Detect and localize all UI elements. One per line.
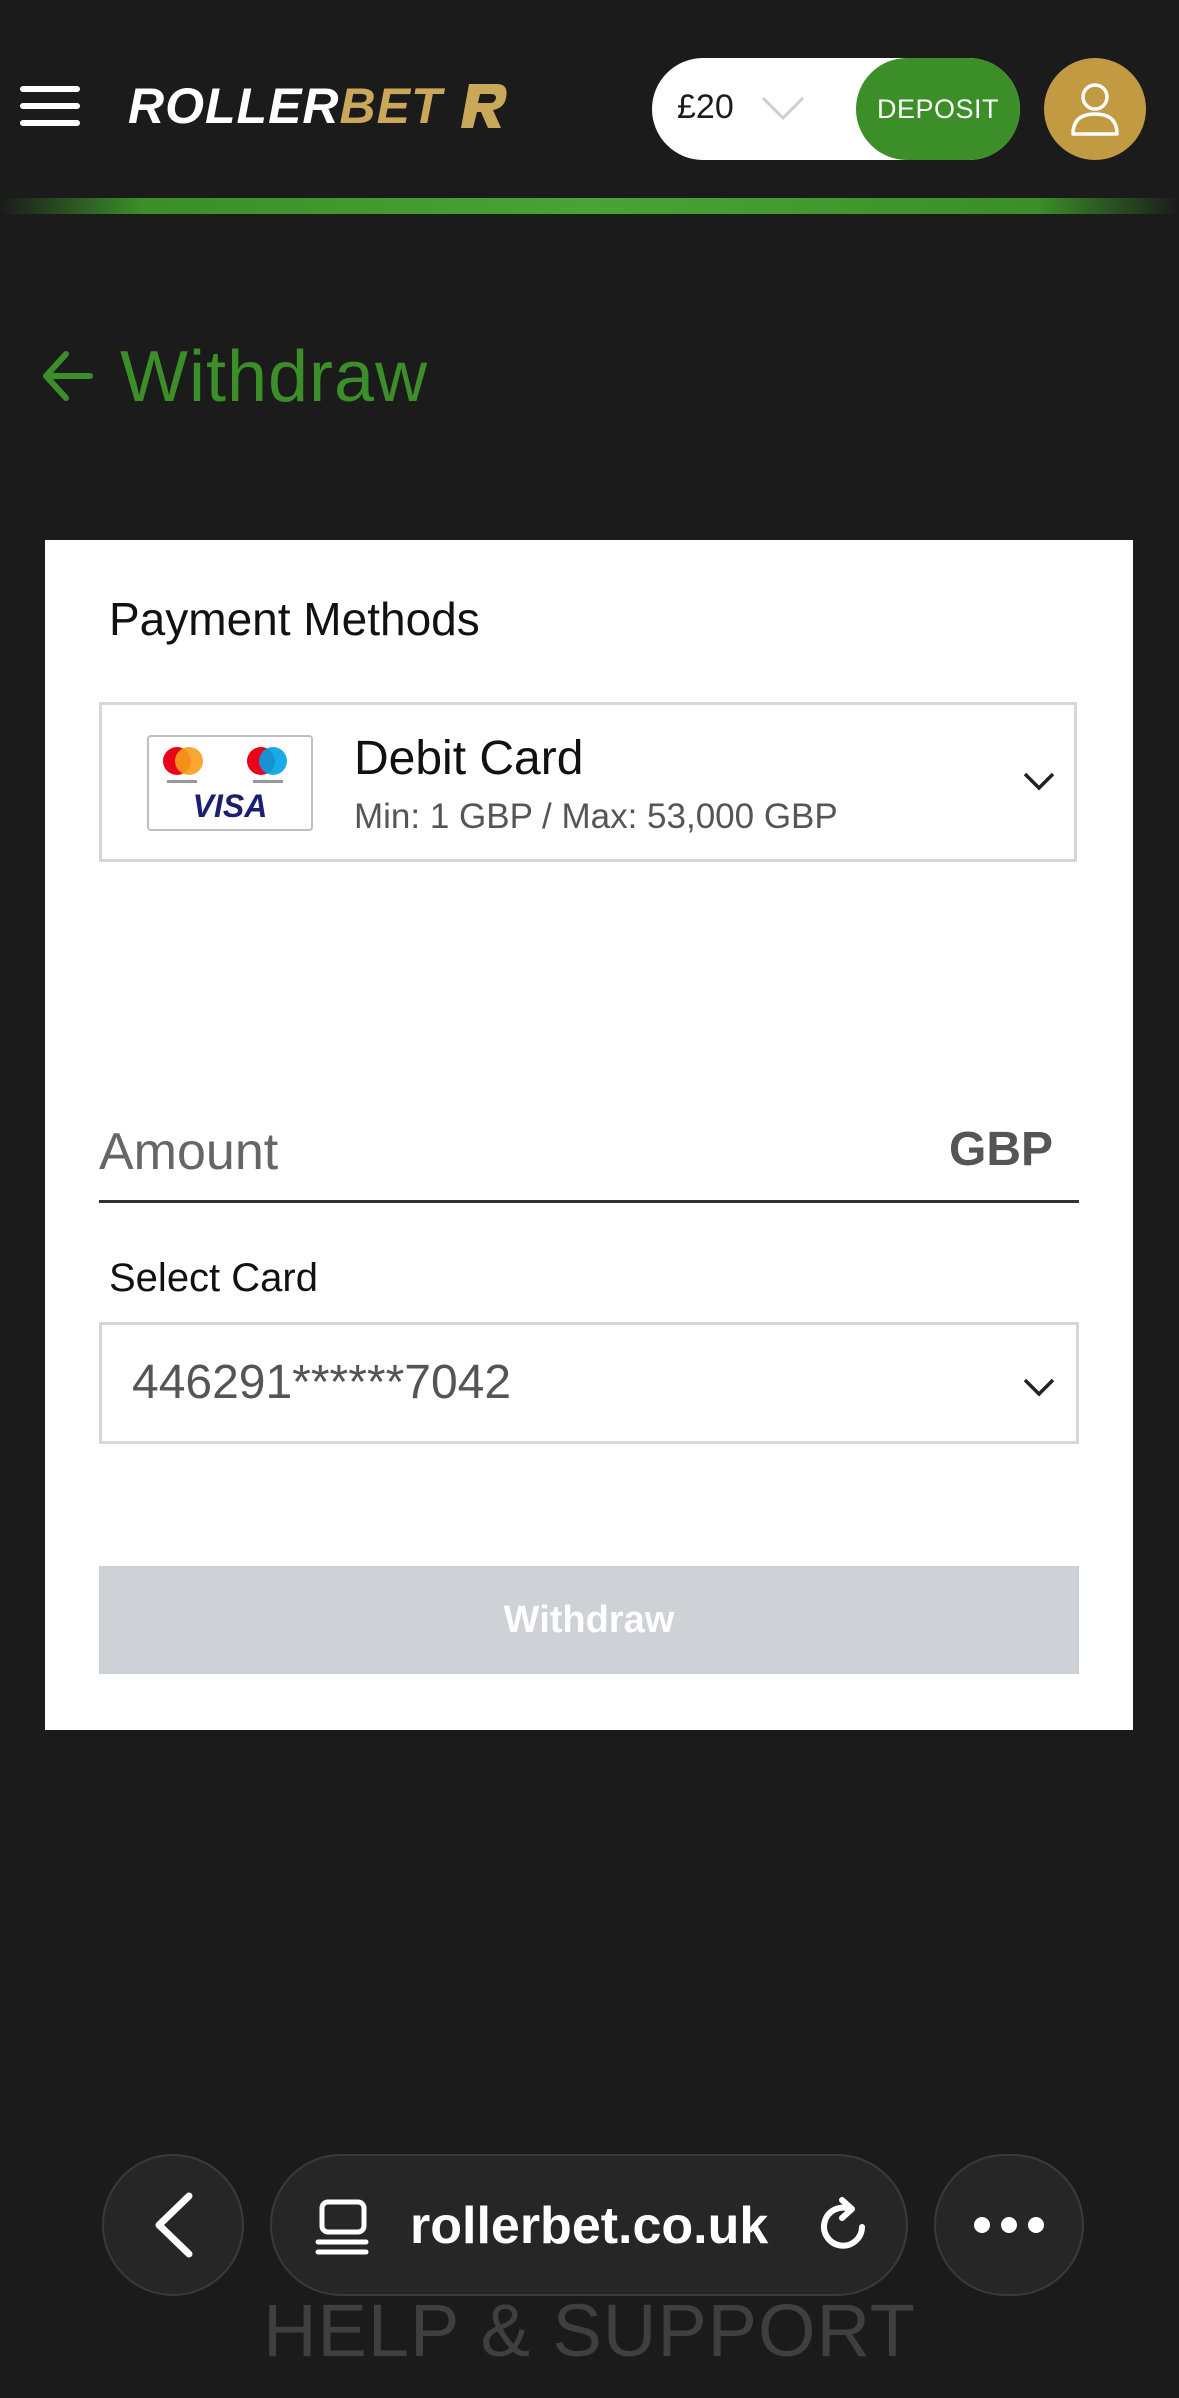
amount-currency: GBP <box>948 1123 1053 1176</box>
select-card-label: Select Card <box>109 1256 318 1300</box>
menu-icon[interactable] <box>20 86 80 126</box>
tab-icon <box>315 2199 369 2255</box>
payment-methods-label: Payment Methods <box>109 593 480 645</box>
page-title: Withdraw <box>120 337 429 417</box>
help-support-link[interactable]: HELP & SUPPORT <box>0 2288 1179 2373</box>
deposit-button[interactable]: DEPOSIT <box>856 58 1020 160</box>
balance-amount: £20 <box>677 88 734 126</box>
card-brands-logo: VISA <box>147 735 313 831</box>
amount-input[interactable]: Amount GBP <box>99 1110 1079 1203</box>
visa-logo-text: VISA <box>193 788 268 824</box>
browser-back-button[interactable] <box>102 2154 244 2296</box>
browser-more-button[interactable] <box>934 2154 1084 2296</box>
withdraw-form-card: Payment Methods VISA Debit Card Min: 1 G… <box>45 540 1133 1730</box>
browser-address-bar[interactable]: rollerbet.co.uk <box>270 2154 908 2296</box>
chevron-down-icon <box>761 96 805 121</box>
user-icon <box>1071 83 1119 136</box>
selected-card-number: 446291******7042 <box>132 1356 512 1409</box>
reload-icon[interactable] <box>812 2196 874 2258</box>
amount-placeholder: Amount <box>99 1123 279 1181</box>
payment-method-name: Debit Card <box>354 732 584 785</box>
logo-text-bet: BET <box>339 78 443 134</box>
chevron-left-icon <box>155 2192 193 2258</box>
browser-url: rollerbet.co.uk <box>410 2197 769 2255</box>
back-arrow-icon[interactable] <box>40 348 96 404</box>
account-button[interactable] <box>1044 58 1146 160</box>
balance-selector[interactable]: £20 DEPOSIT <box>652 58 1020 160</box>
logo-text-roller: ROLLER <box>128 78 340 134</box>
card-select-dropdown[interactable]: 446291******7042 <box>99 1322 1079 1444</box>
chevron-down-icon <box>1023 1378 1055 1397</box>
withdraw-button[interactable]: Withdraw <box>99 1566 1079 1674</box>
chevron-down-icon <box>1023 772 1055 791</box>
more-dots-icon <box>974 2217 1044 2233</box>
payment-method-limits: Min: 1 GBP / Max: 53,000 GBP <box>354 797 838 836</box>
logo-r-mark-icon <box>460 84 507 128</box>
payment-method-select[interactable]: VISA Debit Card Min: 1 GBP / Max: 53,000… <box>99 702 1077 862</box>
rollerbet-logo[interactable]: ROLLER BET <box>128 76 511 136</box>
header-divider <box>0 198 1179 214</box>
